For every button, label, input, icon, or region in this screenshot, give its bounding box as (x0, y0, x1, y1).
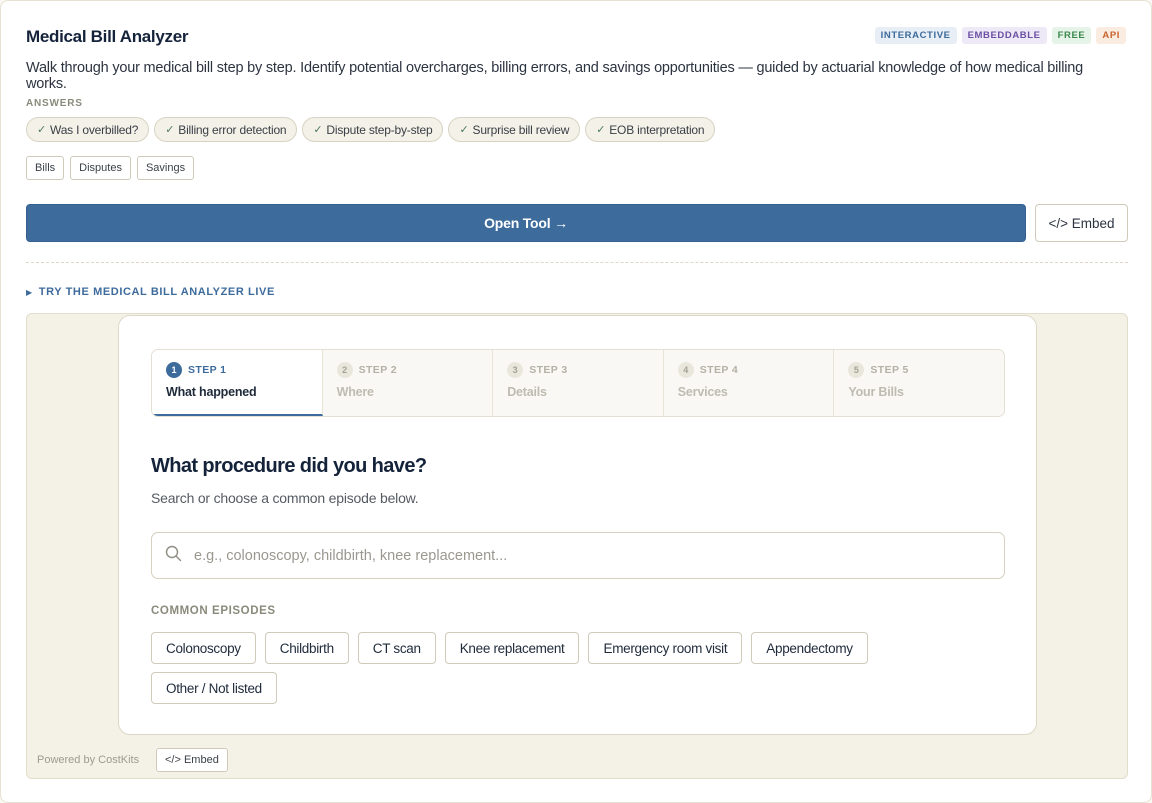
step-4[interactable]: 4 STEP 4 Services (663, 350, 835, 416)
answer-chip: ✓ Dispute step-by-step (302, 117, 444, 142)
try-live-label: TRY THE MEDICAL BILL ANALYZER LIVE (38, 286, 275, 298)
episode-other[interactable]: Other / Not listed (151, 672, 277, 704)
tag-list: Bills Disputes Savings (26, 156, 195, 180)
question-heading: What procedure did you have? (151, 455, 427, 477)
step-5[interactable]: 5 STEP 5 Your Bills (834, 350, 1004, 416)
answer-chip: ✓ Billing error detection (154, 117, 298, 142)
episode-childbirth[interactable]: Childbirth (264, 632, 349, 664)
step-number: 5 (848, 362, 865, 378)
bill-analyzer-widget: 1 STEP 1 What happened 2 STEP 2 Where 3 STE… (118, 315, 1037, 735)
live-preview-panel: 1 STEP 1 What happened 2 STEP 2 Where 3 STE… (26, 313, 1128, 779)
answer-chip-label: Was I overbilled? (50, 122, 139, 137)
step-label: STEP 1 (188, 364, 227, 376)
embed-button[interactable]: </> Embed (1035, 204, 1128, 242)
step-indicator: 1 STEP 1 What happened 2 STEP 2 Where 3 STE… (151, 349, 1005, 417)
answer-chip: ✓ Surprise bill review (448, 117, 581, 142)
step-2[interactable]: 2 STEP 2 Where (322, 350, 494, 416)
badge-list: INTERACTIVE EMBEDDABLE FREE API (874, 27, 1126, 44)
tool-title: Medical Bill Analyzer (26, 27, 189, 46)
badge-api: API (1096, 27, 1126, 44)
check-icon: ✓ (596, 124, 606, 136)
search-icon (165, 545, 182, 567)
question-subtitle: Search or choose a common episode below. (151, 490, 419, 506)
badge-embeddable: EMBEDDABLE (961, 27, 1047, 44)
check-icon: ✓ (459, 124, 469, 136)
try-live-toggle[interactable]: ▶ TRY THE MEDICAL BILL ANALYZER LIVE (26, 286, 275, 298)
answers-heading: ANSWERS (26, 98, 83, 109)
step-label: STEP 4 (699, 364, 739, 376)
answer-chip-label: Surprise bill review (472, 122, 570, 137)
step-1[interactable]: 1 STEP 1 What happened (152, 350, 323, 416)
open-tool-button[interactable]: Open Tool → (26, 204, 1026, 242)
embed-small-button[interactable]: </> Embed (156, 748, 228, 772)
episode-colonoscopy[interactable]: Colonoscopy (151, 632, 256, 664)
step-name: Where (336, 385, 374, 399)
tag-disputes[interactable]: Disputes (70, 156, 131, 180)
episode-emergency-room-visit[interactable]: Emergency room visit (588, 632, 743, 664)
check-icon: ✓ (313, 124, 323, 136)
step-number: 2 (336, 362, 353, 378)
tool-card: Medical Bill Analyzer INTERACTIVE EMBEDD… (0, 0, 1152, 803)
step-label: STEP 2 (358, 364, 397, 376)
check-icon: ✓ (37, 124, 47, 136)
answer-chip-label: Billing error detection (178, 122, 287, 137)
step-3[interactable]: 3 STEP 3 Details (493, 350, 664, 416)
step-label: STEP 3 (529, 364, 568, 376)
divider (26, 262, 1128, 263)
powered-by-text: Powered by CostKits (37, 754, 140, 766)
answer-chip-label: Dispute step-by-step (326, 122, 433, 137)
tool-description: Walk through your medical bill step by s… (26, 60, 1083, 92)
step-number: 3 (507, 362, 524, 378)
procedure-search-input[interactable] (194, 547, 1004, 564)
step-number: 4 (677, 362, 694, 378)
answer-chip-list: ✓ Was I overbilled? ✓ Billing error detect… (26, 117, 716, 142)
step-name: Services (677, 385, 728, 399)
expand-triangle-icon: ▶ (26, 287, 33, 297)
episode-knee-replacement[interactable]: Knee replacement (444, 632, 580, 664)
tag-bills[interactable]: Bills (26, 156, 65, 180)
step-name: Details (507, 385, 547, 399)
step-label: STEP 5 (870, 364, 909, 376)
answer-chip: ✓ Was I overbilled? (26, 117, 150, 142)
tag-savings[interactable]: Savings (136, 156, 195, 180)
step-name: Your Bills (848, 385, 904, 399)
procedure-search (151, 532, 1005, 579)
step-name: What happened (166, 385, 257, 399)
step-number: 1 (166, 362, 182, 378)
episode-list: Colonoscopy Childbirth CT scan Knee repl… (151, 632, 911, 704)
common-episodes-heading: COMMON EPISODES (151, 605, 276, 617)
episode-ct-scan[interactable]: CT scan (357, 632, 436, 664)
badge-free: FREE (1051, 27, 1092, 44)
check-icon: ✓ (165, 124, 175, 136)
badge-interactive: INTERACTIVE (874, 27, 957, 44)
answer-chip: ✓ EOB interpretation (585, 117, 716, 142)
episode-appendectomy[interactable]: Appendectomy (751, 632, 868, 664)
answer-chip-label: EOB interpretation (609, 122, 705, 137)
